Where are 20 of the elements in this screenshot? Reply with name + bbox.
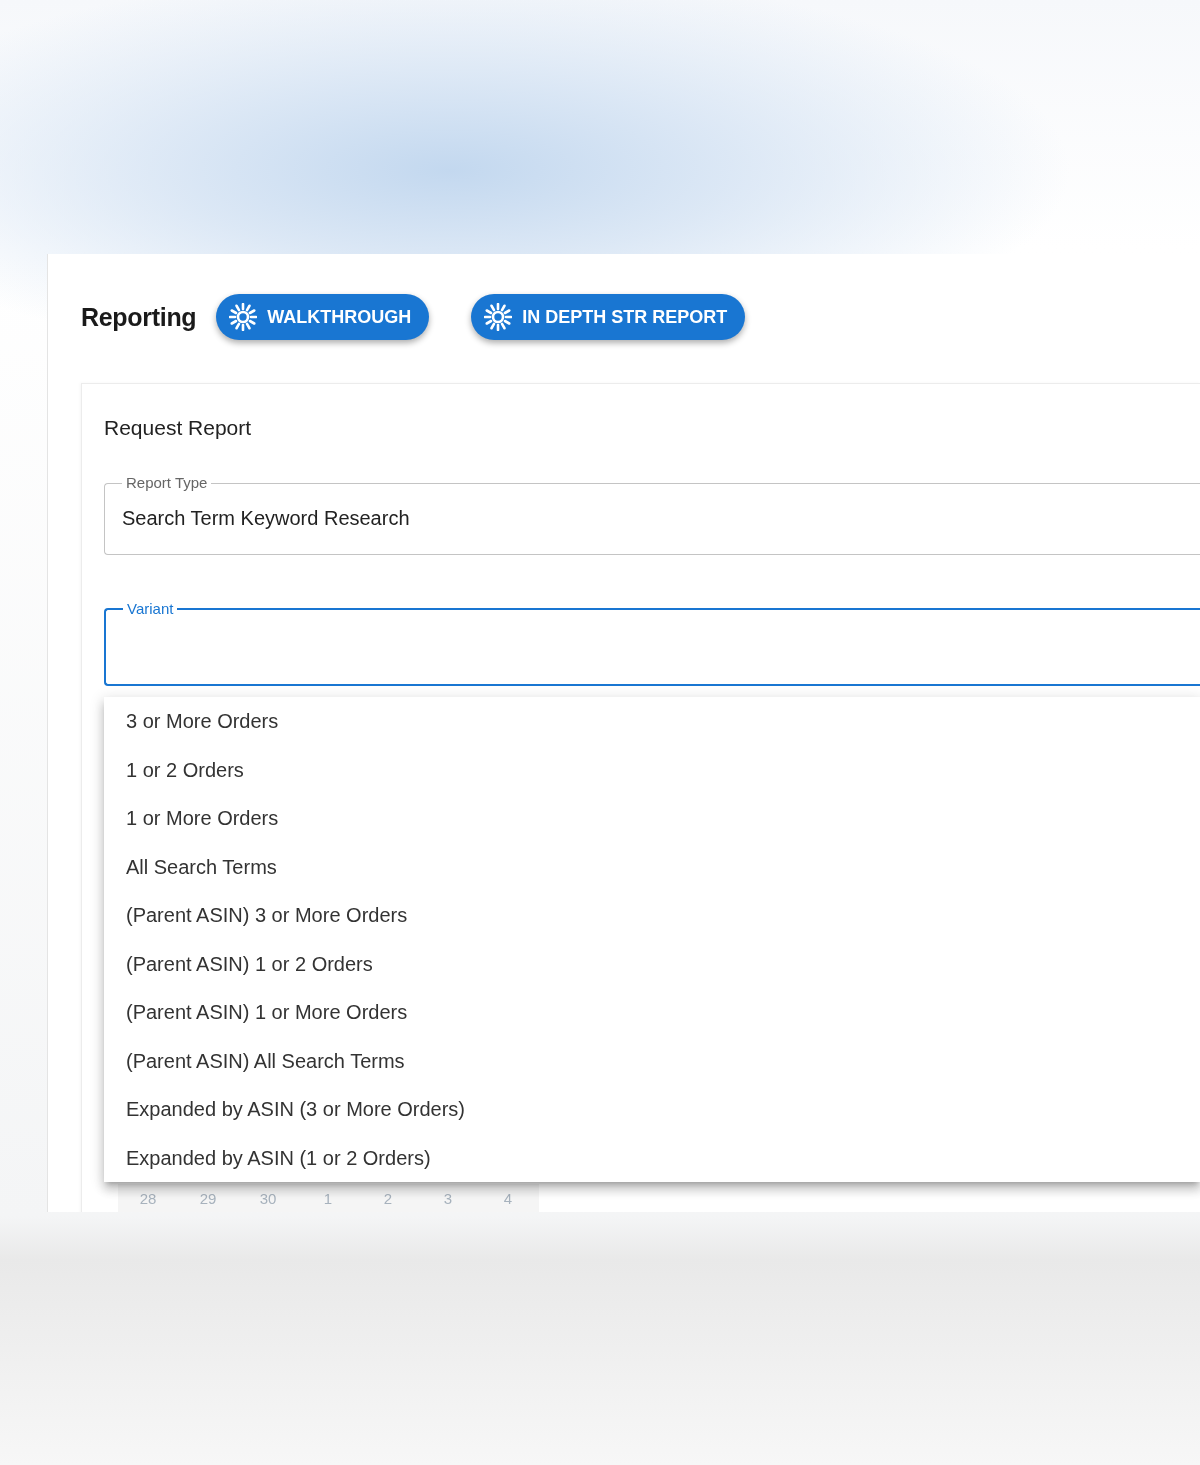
menu-item[interactable]: (Parent ASIN) 3 or More Orders [104,891,1200,940]
sunburst-icon [484,303,513,331]
menu-item[interactable]: (Parent ASIN) All Search Terms [104,1036,1200,1085]
menu-item[interactable]: (Parent ASIN) 1 or More Orders [104,988,1200,1037]
card-title: Request Report [104,415,253,441]
sunburst-icon [229,303,258,331]
field-label: Report Type [125,474,209,492]
page-title: Reporting [81,302,197,333]
menu-item[interactable]: 1 or 2 Orders [104,745,1200,794]
menu-item[interactable]: Expanded by ASIN (1 or 2 Orders) [104,1133,1200,1182]
header-button[interactable]: IN DEPTH STR REPORT [471,294,746,340]
menu-item[interactable]: 1 or More Orders [104,794,1200,843]
menu-item[interactable]: (Parent ASIN) 1 or 2 Orders [104,939,1200,988]
variant-select[interactable]: Variant [104,600,1200,686]
menu-item[interactable]: Expanded by ASIN (3 or More Orders) [104,1085,1200,1134]
menu-item[interactable]: 3 or More Orders [104,697,1200,746]
menu-item[interactable]: All Search Terms [104,842,1200,891]
select-value: Search Term Keyword Research [122,507,410,529]
field-label: Variant [126,600,175,618]
header-button[interactable]: WALKTHROUGH [216,294,430,340]
